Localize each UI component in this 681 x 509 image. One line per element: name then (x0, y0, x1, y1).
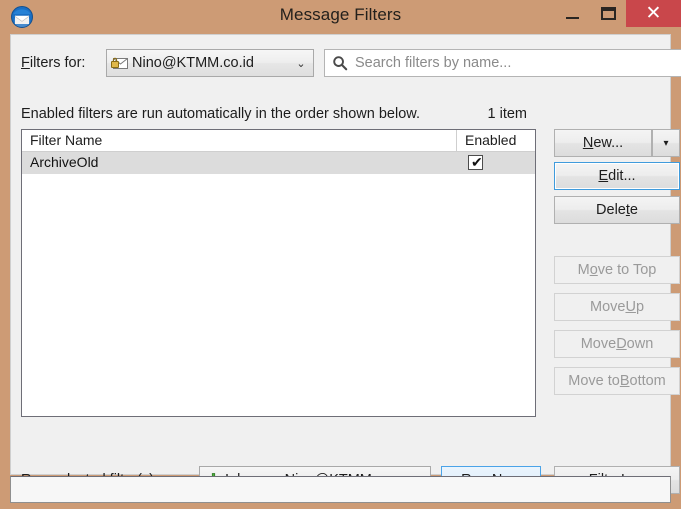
move-to-top-button[interactable]: Mo ve to Top (554, 256, 680, 284)
filter-enabled-checkbox[interactable]: ✔ (468, 154, 483, 170)
filters-for-label: Filters for: (21, 55, 85, 71)
close-icon: ✕ (645, 3, 662, 24)
edit-button-accel: E (598, 168, 609, 184)
move-to-bottom-label-end: ottom (629, 373, 666, 389)
move-to-bottom-label: Move to (568, 373, 620, 389)
move-to-top-accel: o (589, 262, 598, 278)
column-header-filter-name[interactable]: Filter Name (30, 132, 102, 148)
move-to-bottom-accel: B (619, 373, 630, 389)
chevron-down-icon: ⌄ (296, 57, 306, 70)
new-dropdown-button[interactable]: ▾ (652, 129, 680, 157)
delete-button-label: Dele (596, 202, 626, 218)
filter-name-cell: ArchiveOld (30, 154, 99, 170)
close-button[interactable]: ✕ (626, 0, 681, 27)
new-button[interactable]: New... (554, 129, 652, 157)
move-up-button[interactable]: Move Up (554, 293, 680, 321)
minimize-icon (565, 16, 579, 19)
delete-button-label-end: e (629, 202, 638, 218)
move-up-label: Move (589, 299, 626, 315)
filters-for-label-text: ilters for: (29, 55, 86, 71)
column-header-enabled[interactable]: Enabled (465, 132, 516, 148)
move-down-button[interactable]: Move Down (554, 330, 680, 358)
move-up-accel: U (625, 299, 636, 315)
search-icon (332, 55, 348, 71)
move-to-top-label-end: ve to Top (597, 262, 657, 278)
move-up-label-end: p (635, 299, 645, 315)
filter-list[interactable]: Filter Name Enabled ArchiveOld ✔ (21, 129, 536, 417)
minimize-button[interactable] (554, 0, 590, 27)
edit-button-label: dit... (608, 168, 636, 184)
account-dropdown-value: Nino@KTMM.co.id (132, 55, 254, 71)
move-down-label-end: own (626, 336, 654, 352)
new-button-label: ew... (593, 135, 624, 151)
secure-mail-account-icon (111, 55, 129, 71)
maximize-button[interactable] (590, 0, 626, 27)
title-bar: Message Filters ✕ (0, 0, 681, 34)
message-filters-window: Message Filters ✕ Filters for: Nino@KTMM… (0, 0, 681, 509)
search-placeholder: Search filters by name... (355, 55, 512, 71)
chevron-down-icon: ▾ (663, 137, 669, 149)
item-count: 1 item (487, 106, 528, 122)
move-down-accel: D (616, 336, 627, 352)
account-dropdown[interactable]: Nino@KTMM.co.id ⌄ (106, 49, 314, 77)
delete-button[interactable]: Dele t e (554, 196, 680, 224)
move-down-label: Move (580, 336, 617, 352)
filter-list-header: Filter Name Enabled (22, 130, 535, 152)
filters-description: Enabled filters are run automatically in… (21, 106, 420, 122)
filters-for-accel: F (21, 55, 30, 71)
maximize-icon (600, 7, 616, 20)
new-button-accel: N (582, 135, 594, 151)
status-strip (10, 476, 671, 503)
column-divider (456, 130, 457, 152)
move-to-top-label: M (577, 262, 590, 278)
check-icon: ✔ (471, 154, 483, 170)
table-row[interactable]: ArchiveOld ✔ (22, 152, 535, 174)
move-to-bottom-button[interactable]: Move to Bottom (554, 367, 680, 395)
dialog-client-area: Filters for: Nino@KTMM.co.id ⌄ Search fi… (10, 34, 681, 494)
search-input[interactable]: Search filters by name... (324, 49, 681, 77)
edit-button[interactable]: Edit... (554, 162, 680, 190)
